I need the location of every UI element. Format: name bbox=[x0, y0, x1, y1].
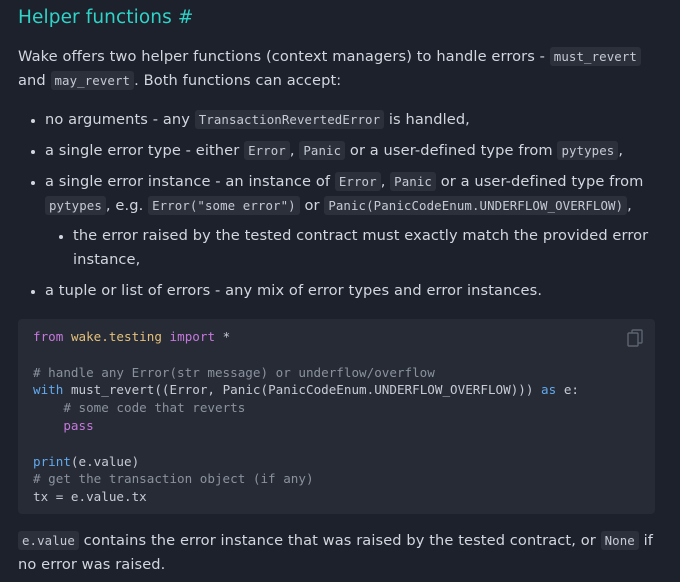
list-text: , bbox=[289, 142, 300, 159]
code-comment: # some code that reverts bbox=[63, 400, 246, 416]
code-error-example: Error("some error") bbox=[148, 195, 300, 215]
list-text: , bbox=[380, 173, 391, 190]
code-token: print bbox=[33, 453, 71, 469]
code-panic-example: Panic(PanicCodeEnum.UNDERFLOW_OVERFLOW) bbox=[324, 195, 628, 215]
list-text: a single error instance - an instance of bbox=[45, 173, 335, 190]
code-block: from wake.testing import * # handle any … bbox=[18, 319, 655, 514]
intro-text-2: and bbox=[18, 71, 51, 89]
code-token: e: bbox=[563, 382, 579, 398]
code-pytypes: pytypes bbox=[45, 195, 106, 215]
code-token: pass bbox=[63, 417, 94, 433]
code-token: as bbox=[541, 382, 557, 398]
code-token: tx = e.value.tx bbox=[33, 489, 147, 505]
copy-icon[interactable] bbox=[627, 329, 643, 347]
list-text: , bbox=[618, 142, 624, 159]
code-token: import bbox=[169, 329, 216, 344]
code-token: * bbox=[222, 329, 231, 344]
code-error: Error bbox=[334, 172, 381, 191]
code-transaction-reverted-error: TransactionRevertedError bbox=[194, 110, 385, 129]
intro-text-1: Wake offers two helper functions (contex… bbox=[18, 48, 550, 65]
code-token: wake.testing bbox=[70, 329, 162, 344]
list-text: a single error type - either bbox=[45, 142, 245, 159]
code-token: from bbox=[33, 329, 64, 344]
list-text: a tuple or list of errors - any mix of e… bbox=[45, 281, 543, 299]
list-text: no arguments - any bbox=[45, 111, 195, 128]
heading-title: Helper functions bbox=[18, 7, 172, 28]
heading-anchor-link[interactable]: # bbox=[178, 7, 194, 28]
code-panic: Panic bbox=[390, 172, 436, 191]
sub-list: the error raised by the tested contract … bbox=[45, 224, 680, 271]
section-heading: Helper functions # bbox=[18, 5, 193, 31]
code-content: from wake.testing import * # handle any … bbox=[33, 328, 640, 506]
code-must-revert: must_revert bbox=[549, 47, 641, 66]
list-item-tuple: a tuple or list of errors - any mix of e… bbox=[45, 279, 680, 303]
code-token: must_revert((Error, Panic(PanicCodeEnum.… bbox=[70, 382, 534, 398]
argument-list: no arguments - any TransactionRevertedEr… bbox=[18, 108, 680, 310]
list-text: , e.g. bbox=[105, 196, 149, 214]
code-comment: # get the transaction object (if any) bbox=[33, 471, 314, 487]
code-panic: Panic bbox=[299, 141, 346, 160]
list-item-exact-match: the error raised by the tested contract … bbox=[73, 224, 680, 271]
code-comment: # handle any Error(str message) or under… bbox=[33, 364, 435, 380]
intro-paragraph: Wake offers two helper functions (contex… bbox=[18, 45, 663, 92]
list-item-no-args: no arguments - any TransactionRevertedEr… bbox=[45, 108, 680, 132]
outro-text-1: contains the error instance that was rai… bbox=[78, 532, 601, 549]
intro-text-3: . Both functions can accept: bbox=[134, 71, 342, 89]
list-text: or a user-defined type from bbox=[435, 173, 644, 190]
list-item-error-instance: a single error instance - an instance of… bbox=[45, 170, 680, 271]
code-none: None bbox=[600, 531, 639, 550]
code-token: (e.value) bbox=[70, 453, 140, 469]
outro-paragraph: e.value contains the error instance that… bbox=[18, 529, 658, 576]
code-may-revert: may_revert bbox=[50, 70, 135, 90]
docs-page: Helper functions # Wake offers two helper… bbox=[0, 0, 680, 582]
list-item-error-type: a single error type - either Error, Pani… bbox=[45, 139, 680, 163]
code-token: with bbox=[33, 382, 64, 398]
code-pytypes: pytypes bbox=[557, 141, 619, 160]
list-text: or bbox=[299, 196, 325, 214]
list-text: , bbox=[627, 196, 632, 214]
code-e-value: e.value bbox=[18, 531, 79, 550]
code-error: Error bbox=[244, 141, 290, 160]
list-text: or a user-defined type from bbox=[345, 142, 558, 159]
list-text: is handled, bbox=[384, 111, 470, 128]
